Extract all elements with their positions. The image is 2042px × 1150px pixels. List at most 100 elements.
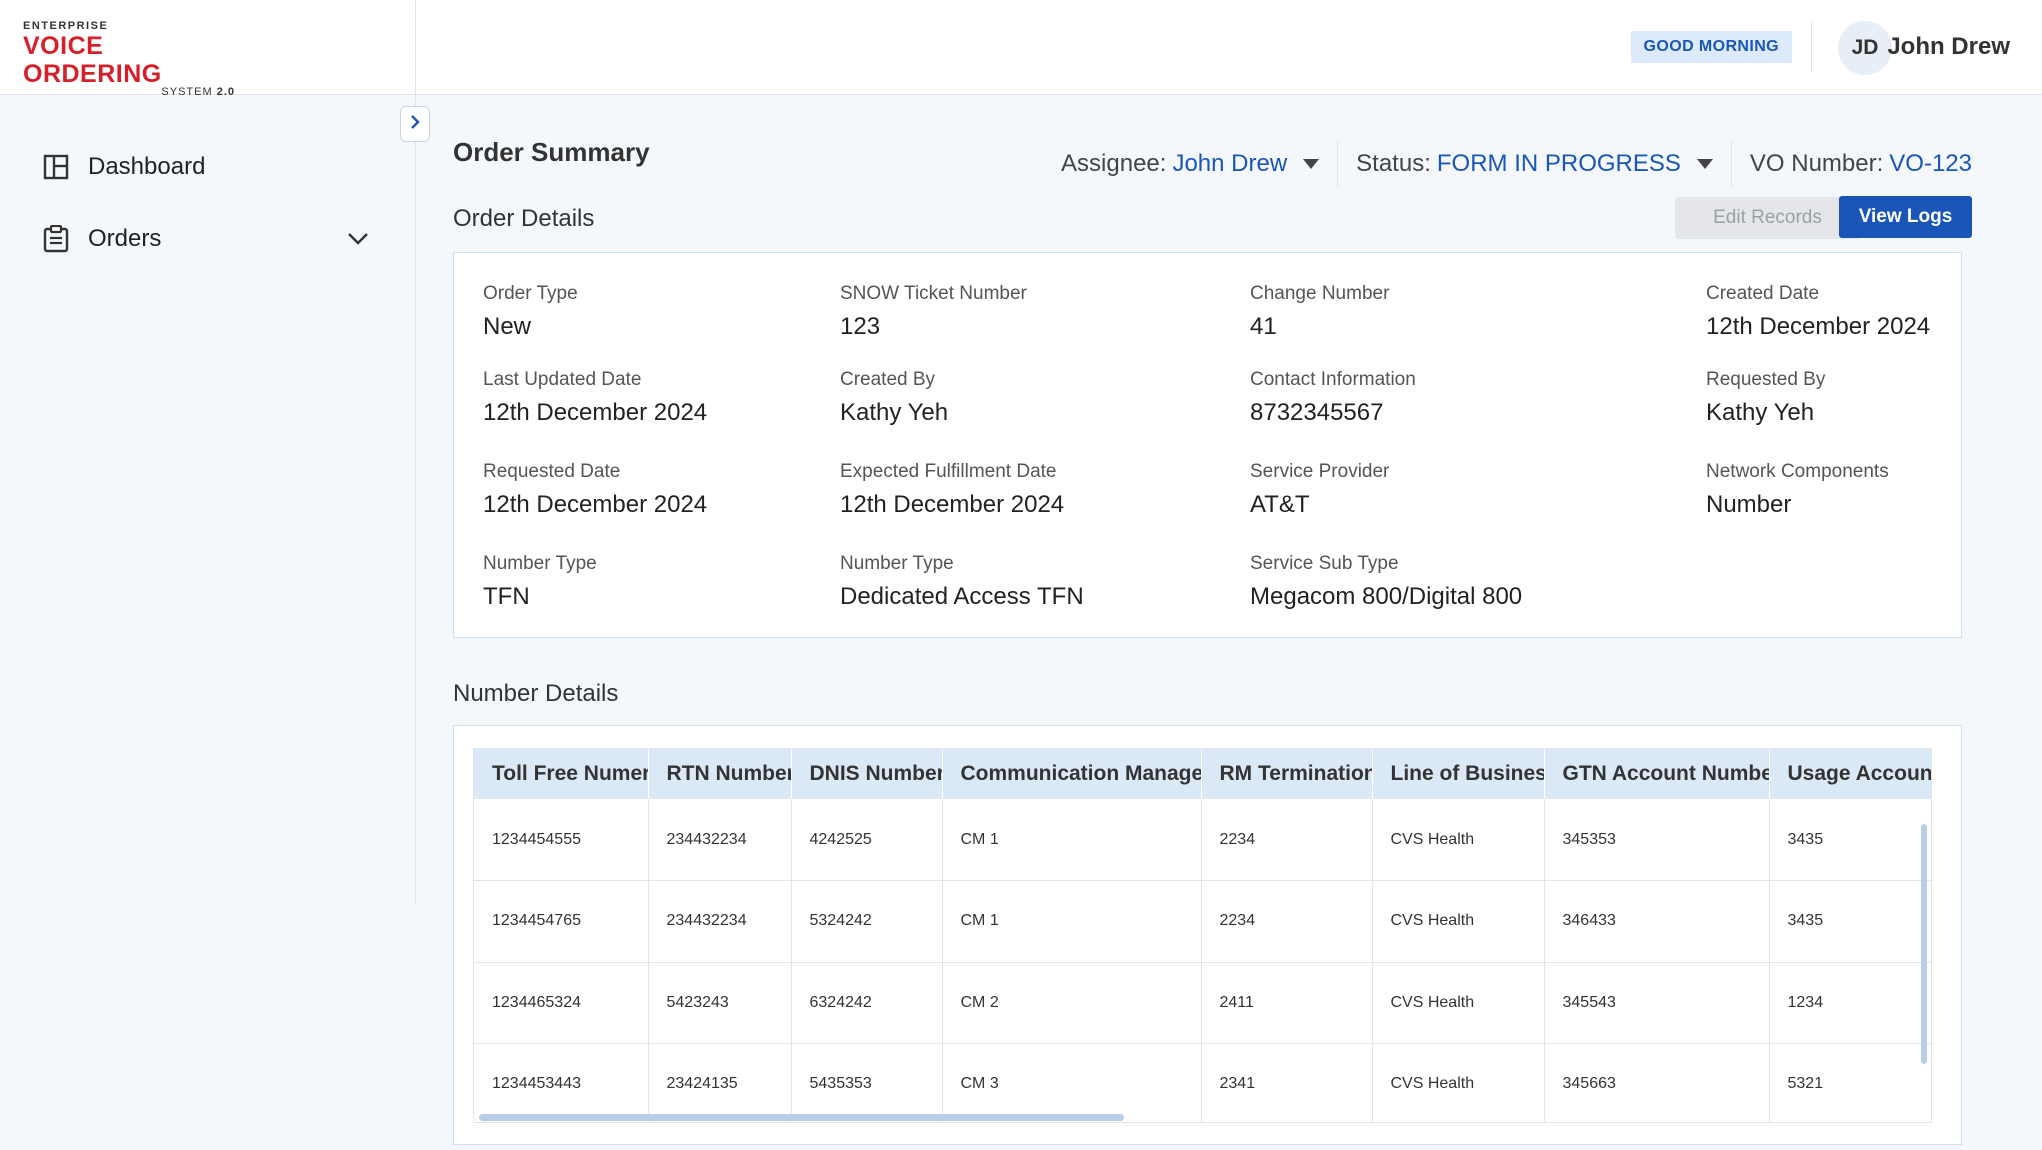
field-network-components: Network Components Number [1706,461,1889,519]
vertical-scrollbar[interactable] [1921,824,1927,1064]
sidebar-item-orders[interactable]: Orders [42,219,372,259]
top-header: GOOD MORNING JD John Drew [416,0,2042,95]
order-meta-bar: Assignee: John Drew Status: FORM IN PROG… [1061,140,1972,188]
status-selector[interactable]: Status: FORM IN PROGRESS [1356,150,1713,178]
column-header[interactable]: Line of Business [1372,749,1545,799]
table-cell: 345543 [1544,962,1770,1044]
app-logo[interactable]: ENTERPRISE VOICE ORDERING SYSTEM 2.0 [23,20,243,98]
meta-divider [1730,140,1732,188]
field-requested-date: Requested Date 12th December 2024 [483,461,707,519]
number-details-title: Number Details [453,680,619,707]
caret-down-icon[interactable] [1696,159,1713,169]
number-details-table: Toll Free Numer RTN Number DNIS Number C… [474,749,1931,1122]
field-snow-ticket: SNOW Ticket Number 123 [840,283,1027,341]
table-cell: 5435353 [791,1043,943,1122]
table-cell: 2341 [1201,1043,1373,1122]
horizontal-scrollbar[interactable] [479,1114,1124,1121]
field-number-type: Number Type TFN [483,553,597,611]
field-label: Service Provider [1250,461,1390,482]
vo-number-value[interactable]: VO-123 [1889,150,1972,178]
sidebar-item-dashboard[interactable]: Dashboard [42,147,372,187]
chevron-down-icon[interactable] [344,225,372,253]
table-cell: CVS Health [1372,799,1545,881]
assignee-value: John Drew [1172,150,1288,177]
field-change-number: Change Number 41 [1250,283,1389,341]
number-details-table-container[interactable]: Toll Free Numer RTN Number DNIS Number C… [473,748,1932,1123]
field-value: Number [1706,491,1792,518]
table-cell: 234432234 [648,799,792,881]
table-cell: CVS Health [1372,1043,1545,1122]
assignee-label: Assignee: [1061,150,1167,177]
field-label: SNOW Ticket Number [840,283,1027,304]
column-header[interactable]: Usage Account Number [1769,749,1931,799]
field-order-type: Order Type New [483,283,578,341]
status-value: FORM IN PROGRESS [1436,150,1681,177]
table-row[interactable]: 1234465324 5423243 6324242 CM 2 2411 CVS… [474,962,1931,1044]
sidebar-toggle-button[interactable] [400,106,430,142]
greeting-badge: GOOD MORNING [1630,31,1792,63]
table-cell: 3435 [1769,880,1931,963]
field-service-provider: Service Provider AT&T [1250,461,1389,519]
field-value: AT&T [1250,491,1310,518]
field-label: Created By [840,369,936,390]
field-contact-information: Contact Information 8732345567 [1250,369,1416,427]
logo-area: ENTERPRISE VOICE ORDERING SYSTEM 2.0 [0,0,416,98]
field-value: New [483,313,532,340]
table-cell: 346433 [1544,880,1770,963]
table-cell: 3435 [1769,799,1931,881]
table-cell: 345663 [1544,1043,1770,1122]
field-label: Requested Date [483,461,621,482]
table-cell: 5324242 [791,880,943,963]
table-cell: 345353 [1544,799,1770,881]
field-number-type-detail: Number Type Dedicated Access TFN [840,553,1084,611]
column-header[interactable]: Toll Free Numer [474,749,649,799]
field-value: 12th December 2024 [483,491,708,518]
field-label: Service Sub Type [1250,553,1399,574]
header-divider [1811,22,1812,72]
assignee-selector[interactable]: Assignee: John Drew [1061,150,1320,178]
table-row[interactable]: 1234454765 234432234 5324242 CM 1 2234 C… [474,880,1931,963]
field-label: Network Components [1706,461,1889,482]
field-label: Last Updated Date [483,369,642,390]
field-value: Kathy Yeh [1706,399,1815,426]
logo-main-text: VOICE ORDERING [23,32,162,88]
table-cell: 6324242 [791,962,943,1044]
avatar[interactable]: JD [1838,21,1892,75]
field-created-by: Created By Kathy Yeh [840,369,948,427]
chevron-right-icon [409,113,421,136]
table-cell: 23424135 [648,1043,792,1122]
field-label: Change Number [1250,283,1390,304]
user-name[interactable]: John Drew [1887,33,2010,61]
table-cell: 234432234 [648,880,792,963]
edit-records-button[interactable]: Edit Records [1675,197,1860,239]
field-value: Megacom 800/Digital 800 [1250,583,1523,610]
sidebar-item-label: Dashboard [88,153,206,180]
column-header[interactable]: GTN Account Number [1544,749,1770,799]
column-header[interactable]: DNIS Number [791,749,943,799]
table-cell: 1234465324 [474,962,649,1044]
logo-version: 2.0 [216,86,235,98]
caret-down-icon[interactable] [1303,159,1320,169]
table-cell: CM 1 [942,799,1202,881]
table-cell: CM 2 [942,962,1202,1044]
number-details-card: Toll Free Numer RTN Number DNIS Number C… [453,725,1962,1145]
field-service-sub-type: Service Sub Type Megacom 800/Digital 800 [1250,553,1522,611]
page-title: Order Summary [453,137,650,167]
field-label: Order Type [483,283,578,304]
order-details-title: Order Details [453,205,595,232]
table-cell: 2411 [1201,962,1373,1044]
view-logs-button[interactable]: View Logs [1839,196,1972,238]
table-cell: CM 3 [942,1043,1202,1122]
table-row[interactable]: 1234453443 23424135 5435353 CM 3 2341 CV… [474,1043,1931,1122]
table-cell: 1234 [1769,962,1931,1044]
table-row[interactable]: 1234454555 234432234 4242525 CM 1 2234 C… [474,799,1931,881]
column-header[interactable]: RM Termination [1201,749,1373,799]
status-label: Status: [1356,150,1431,177]
column-header[interactable]: RTN Number [648,749,792,799]
column-header[interactable]: Communication Manager [942,749,1202,799]
field-value: TFN [483,583,530,610]
field-last-updated-date: Last Updated Date 12th December 2024 [483,369,707,427]
sidebar: ENTERPRISE VOICE ORDERING SYSTEM 2.0 Das… [0,0,416,1150]
table-cell: 1234453443 [474,1043,649,1122]
sidebar-item-label: Orders [88,225,162,252]
